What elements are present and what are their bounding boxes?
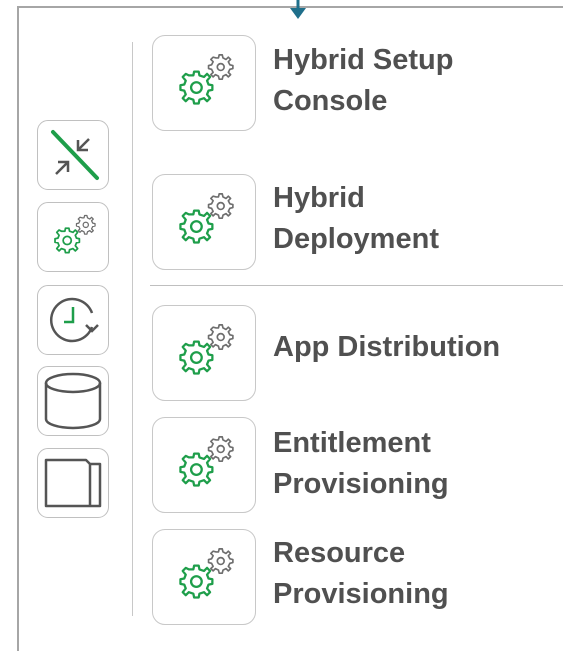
feature-app-distribution[interactable]: App Distribution [152, 305, 563, 401]
feature-label: App Distribution [273, 327, 558, 368]
feature-hybrid-deployment[interactable]: Hybrid Deployment [152, 174, 563, 270]
feature-label-line: App Distribution [273, 331, 501, 363]
gears-icon [166, 315, 242, 391]
sidebar-item-history[interactable] [37, 285, 109, 355]
feature-label-line: Deployment [273, 223, 439, 255]
gears-icon [166, 45, 242, 121]
database-icon [44, 372, 102, 430]
feature-label-line: Hybrid [273, 182, 365, 214]
feature-label: Entitlement Provisioning [273, 423, 558, 505]
feature-hybrid-setup-console[interactable]: Hybrid Setup Console [152, 35, 563, 131]
feature-icon-tile[interactable] [152, 417, 256, 513]
gears-icon [44, 208, 102, 266]
sidebar-item-database[interactable] [37, 366, 109, 436]
collapse-arrows-icon [51, 130, 99, 180]
gears-icon [166, 539, 242, 615]
clock-refresh-icon [50, 297, 99, 343]
feature-icon-tile[interactable] [152, 529, 256, 625]
feature-resource-provisioning[interactable]: Resource Provisioning [152, 529, 563, 625]
feature-label-line: Provisioning [273, 468, 449, 500]
feature-label-line: Hybrid Setup [273, 44, 454, 76]
feature-label-line: Console [273, 85, 388, 117]
feature-label-line: Resource [273, 537, 406, 569]
frame-left-border [17, 6, 19, 651]
feature-label: Resource Provisioning [273, 533, 558, 615]
sidebar-item-folder[interactable] [37, 448, 109, 518]
gears-icon [166, 427, 242, 503]
sidebar-divider [132, 42, 133, 616]
feature-label-line: Entitlement [273, 427, 431, 459]
feature-label-line: Provisioning [273, 578, 449, 610]
feature-icon-tile[interactable] [152, 305, 256, 401]
feature-icon-tile[interactable] [152, 35, 256, 131]
feature-icon-tile[interactable] [152, 174, 256, 270]
folder-icon [44, 458, 102, 508]
section-divider [150, 285, 563, 286]
gears-icon [166, 184, 242, 260]
feature-label: Hybrid Setup Console [273, 40, 558, 122]
sidebar-item-settings[interactable] [37, 202, 109, 272]
connector-arrow-icon [290, 0, 306, 19]
sidebar-item-shrink[interactable] [37, 120, 109, 190]
feature-entitlement-provisioning[interactable]: Entitlement Provisioning [152, 417, 563, 513]
feature-label: Hybrid Deployment [273, 178, 558, 260]
